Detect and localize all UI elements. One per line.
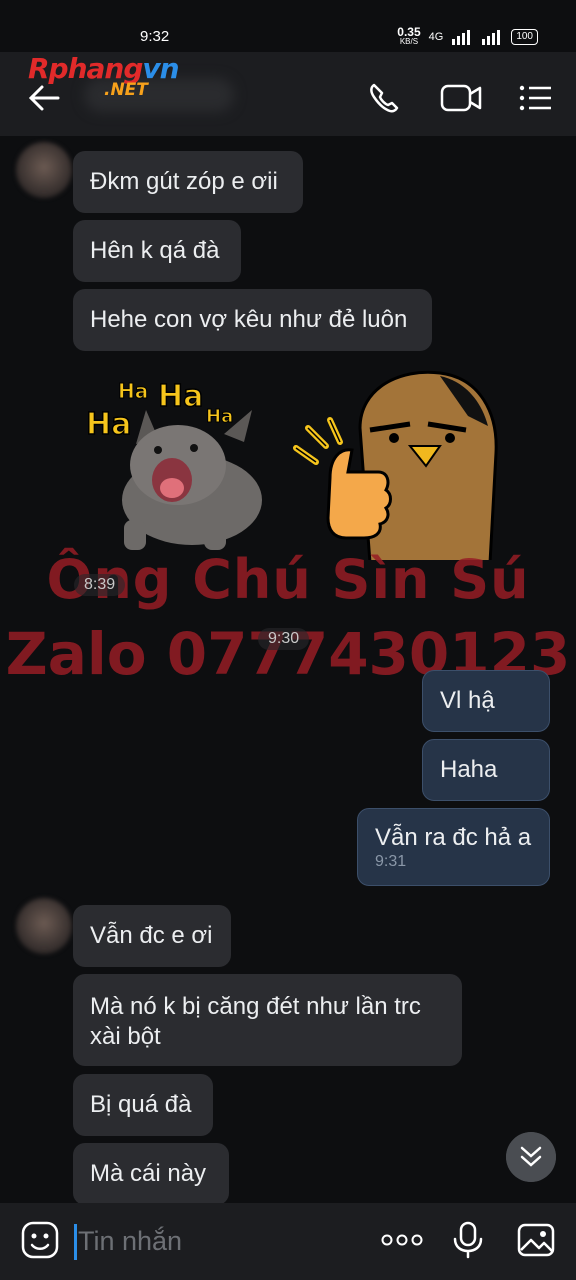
message-incoming[interactable]: Đkm gút zóp e ơii <box>73 151 303 213</box>
message-outgoing[interactable]: Haha <box>422 739 550 801</box>
sticker-ha-text: Ha <box>206 406 233 427</box>
message-incoming[interactable]: Hehe con vợ kêu như đẻ luôn <box>73 289 432 351</box>
sticker-timestamp: 8:39 <box>74 574 126 596</box>
site-logo: Rphangvn .NET <box>28 52 180 100</box>
message-incoming[interactable]: Mà nó k bị căng đét như lần trc xài bột <box>73 974 462 1066</box>
signal-icon-2 <box>482 30 501 45</box>
message-incoming[interactable]: Bị quá đà <box>73 1074 213 1136</box>
message-time: 9:31 <box>375 853 407 870</box>
sticker-laughing-dog[interactable]: Ha Ha Ha Ha <box>84 370 274 560</box>
sticker-ha-text: Ha <box>118 379 148 403</box>
message-outgoing[interactable]: Vẫn ra đc hả a 9:31 <box>357 808 550 886</box>
back-arrow-icon[interactable] <box>26 82 62 114</box>
battery-icon: 100 <box>511 29 538 45</box>
network-type: 4G <box>428 31 444 43</box>
message-incoming[interactable]: Vẫn đc e ơi <box>73 905 231 967</box>
message-incoming[interactable]: Hên k qá đà <box>73 220 241 282</box>
more-icon[interactable] <box>380 1220 424 1260</box>
message-outgoing[interactable]: Vl hậ <box>422 670 550 732</box>
emoji-icon[interactable] <box>20 1220 60 1260</box>
sticker-thumbs-up-bird[interactable] <box>290 368 500 560</box>
text-cursor <box>74 1224 77 1260</box>
sticker-ha-text: Ha <box>158 379 203 414</box>
time-divider: 9:30 <box>258 628 310 650</box>
message-input[interactable]: Tin nhắn <box>78 1226 182 1257</box>
chevron-double-down-icon[interactable] <box>506 1132 556 1182</box>
logo-net: .NET <box>104 80 148 100</box>
mic-icon[interactable] <box>448 1220 488 1260</box>
signal-icon <box>452 30 471 45</box>
image-icon[interactable] <box>516 1220 556 1260</box>
sticker-ha-text: Ha <box>86 407 131 442</box>
menu-icon[interactable] <box>518 82 554 114</box>
contact-avatar[interactable] <box>16 898 72 954</box>
message-incoming[interactable]: Mà cái này <box>73 1143 229 1205</box>
network-speed: 0.35 KB/S <box>397 25 421 46</box>
phone-icon[interactable] <box>366 82 402 114</box>
status-right: 0.35 KB/S 4G 100 <box>397 25 538 47</box>
contact-avatar[interactable] <box>16 142 72 198</box>
video-call-icon[interactable] <box>440 82 484 114</box>
status-bar: 9:32 0.35 KB/S 4G 100 <box>0 0 576 52</box>
status-time: 9:32 <box>140 28 170 45</box>
